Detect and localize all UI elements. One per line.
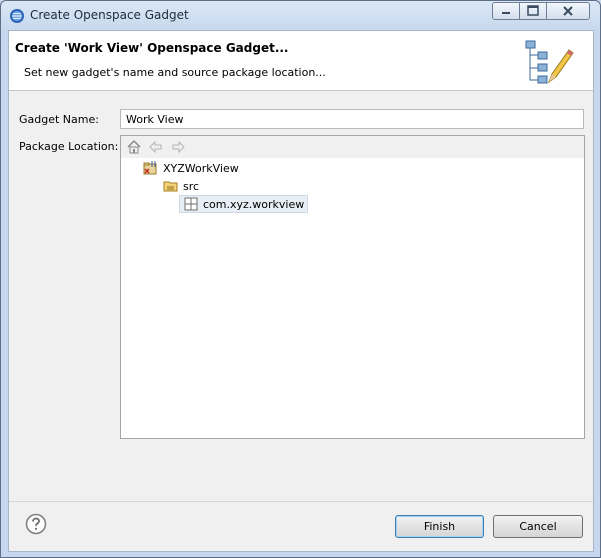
close-icon — [563, 6, 573, 16]
minimize-icon — [502, 12, 510, 14]
wizard-pencil-icon — [525, 40, 574, 84]
title-bar[interactable]: Create Openspace Gadget — [1, 1, 600, 30]
banner-title: Create 'Work View' Openspace Gadget... — [15, 41, 289, 55]
source-folder-icon — [163, 181, 178, 192]
tree-item-label: XYZWorkView — [163, 161, 239, 175]
home-icon[interactable] — [125, 138, 143, 156]
gadget-name-input[interactable] — [120, 109, 584, 129]
tree-item-project[interactable]: XYZWorkView — [143, 159, 239, 177]
cancel-button[interactable]: Cancel — [493, 515, 583, 538]
maximize-icon — [527, 5, 539, 16]
forward-icon[interactable] — [169, 138, 187, 156]
footer-divider — [9, 501, 593, 502]
minimize-button[interactable] — [492, 2, 520, 20]
java-project-icon — [143, 161, 157, 175]
tree-item-label: com.xyz.workview — [203, 197, 305, 211]
title-area: Create 'Work View' Openspace Gadget... S… — [9, 31, 593, 91]
eclipse-app-icon — [10, 9, 24, 23]
help-icon[interactable] — [25, 513, 47, 535]
banner-message: Set new gadget's name and source package… — [24, 66, 326, 79]
tree-item-package[interactable]: com.xyz.workview — [179, 195, 309, 213]
package-location-label: Package Location: — [19, 140, 119, 153]
tree-item-label: src — [183, 179, 200, 193]
dialog-window: Create Openspace Gadget Create 'Work Vie… — [0, 0, 601, 558]
package-icon — [184, 197, 198, 211]
finish-button[interactable]: Finish — [395, 515, 484, 538]
close-button[interactable] — [546, 2, 590, 20]
tree-toolbar — [121, 136, 584, 158]
back-icon[interactable] — [147, 138, 165, 156]
maximize-button[interactable] — [519, 2, 547, 20]
gadget-name-label: Gadget Name: — [19, 113, 99, 126]
package-tree[interactable]: XYZWorkView src com.xyz.workview — [120, 135, 585, 439]
tree-item-src[interactable]: src — [163, 177, 199, 195]
dialog-body: Create 'Work View' Openspace Gadget... S… — [8, 30, 594, 552]
window-title: Create Openspace Gadget — [30, 8, 189, 22]
